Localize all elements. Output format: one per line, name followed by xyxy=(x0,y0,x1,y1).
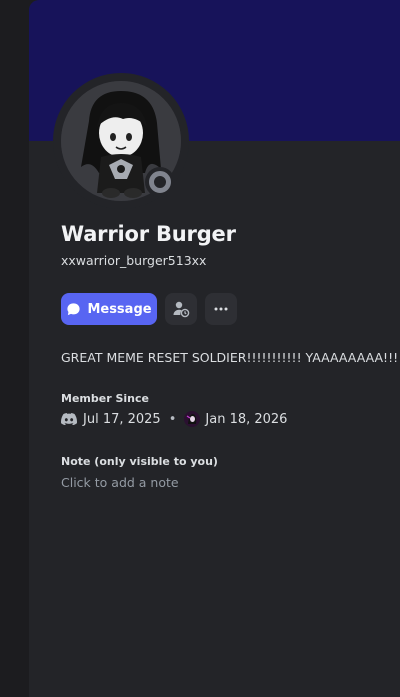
discord-logo-icon xyxy=(61,413,77,425)
display-name: Warrior Burger xyxy=(61,222,236,246)
note-input[interactable]: Click to add a note xyxy=(61,475,179,490)
profile-card: Warrior Burger xxwarrior_burger513xx Mes… xyxy=(29,0,400,697)
friend-request-button[interactable] xyxy=(165,293,197,325)
offline-status-icon xyxy=(149,171,171,193)
member-since-title: Member Since xyxy=(61,392,149,405)
message-button-label: Message xyxy=(87,301,152,317)
profile-bio: GREAT MEME RESET SOLDIER!!!!!!!!!!! YAAA… xyxy=(61,350,400,365)
more-options-button[interactable] xyxy=(205,293,237,325)
member-since-row: Jul 17, 2025 • Jan 18, 2026 xyxy=(61,411,287,427)
server-icon xyxy=(184,411,201,427)
ellipsis-icon xyxy=(214,307,228,311)
discord-member-date: Jul 17, 2025 xyxy=(83,411,161,427)
status-indicator xyxy=(145,167,175,197)
note-title: Note (only visible to you) xyxy=(61,455,218,468)
avatar-frame xyxy=(53,73,189,209)
username[interactable]: xxwarrior_burger513xx xyxy=(61,253,206,268)
user-pending-icon xyxy=(173,301,190,318)
server-member-date: Jan 18, 2026 xyxy=(205,411,288,427)
date-separator: • xyxy=(168,411,177,427)
chat-bubble-icon xyxy=(67,302,81,315)
message-button[interactable]: Message xyxy=(61,293,157,325)
